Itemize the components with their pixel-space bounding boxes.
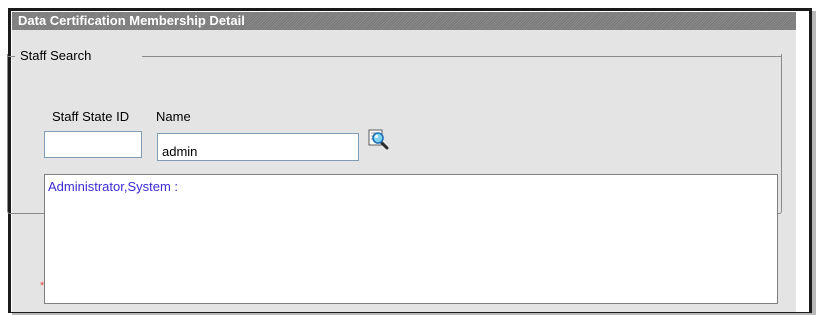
fieldset-border-top-left [7,56,15,57]
search-button[interactable] [367,128,391,150]
name-input[interactable] [157,133,359,161]
magnifier-search-icon [368,129,389,150]
name-label: Name [156,109,191,124]
staff-search-legend: Staff Search [20,48,92,63]
fieldset-border-top-right [142,56,782,57]
staff-result-item[interactable]: Administrator,System : [48,179,774,194]
required-marker: * [40,280,45,292]
staff-results-list[interactable]: Administrator,System : [44,174,778,304]
staff-state-id-input[interactable] [44,131,142,158]
staff-state-id-label: Staff State ID [52,109,130,124]
panel-title: Data Certification Membership Detail [12,12,796,30]
